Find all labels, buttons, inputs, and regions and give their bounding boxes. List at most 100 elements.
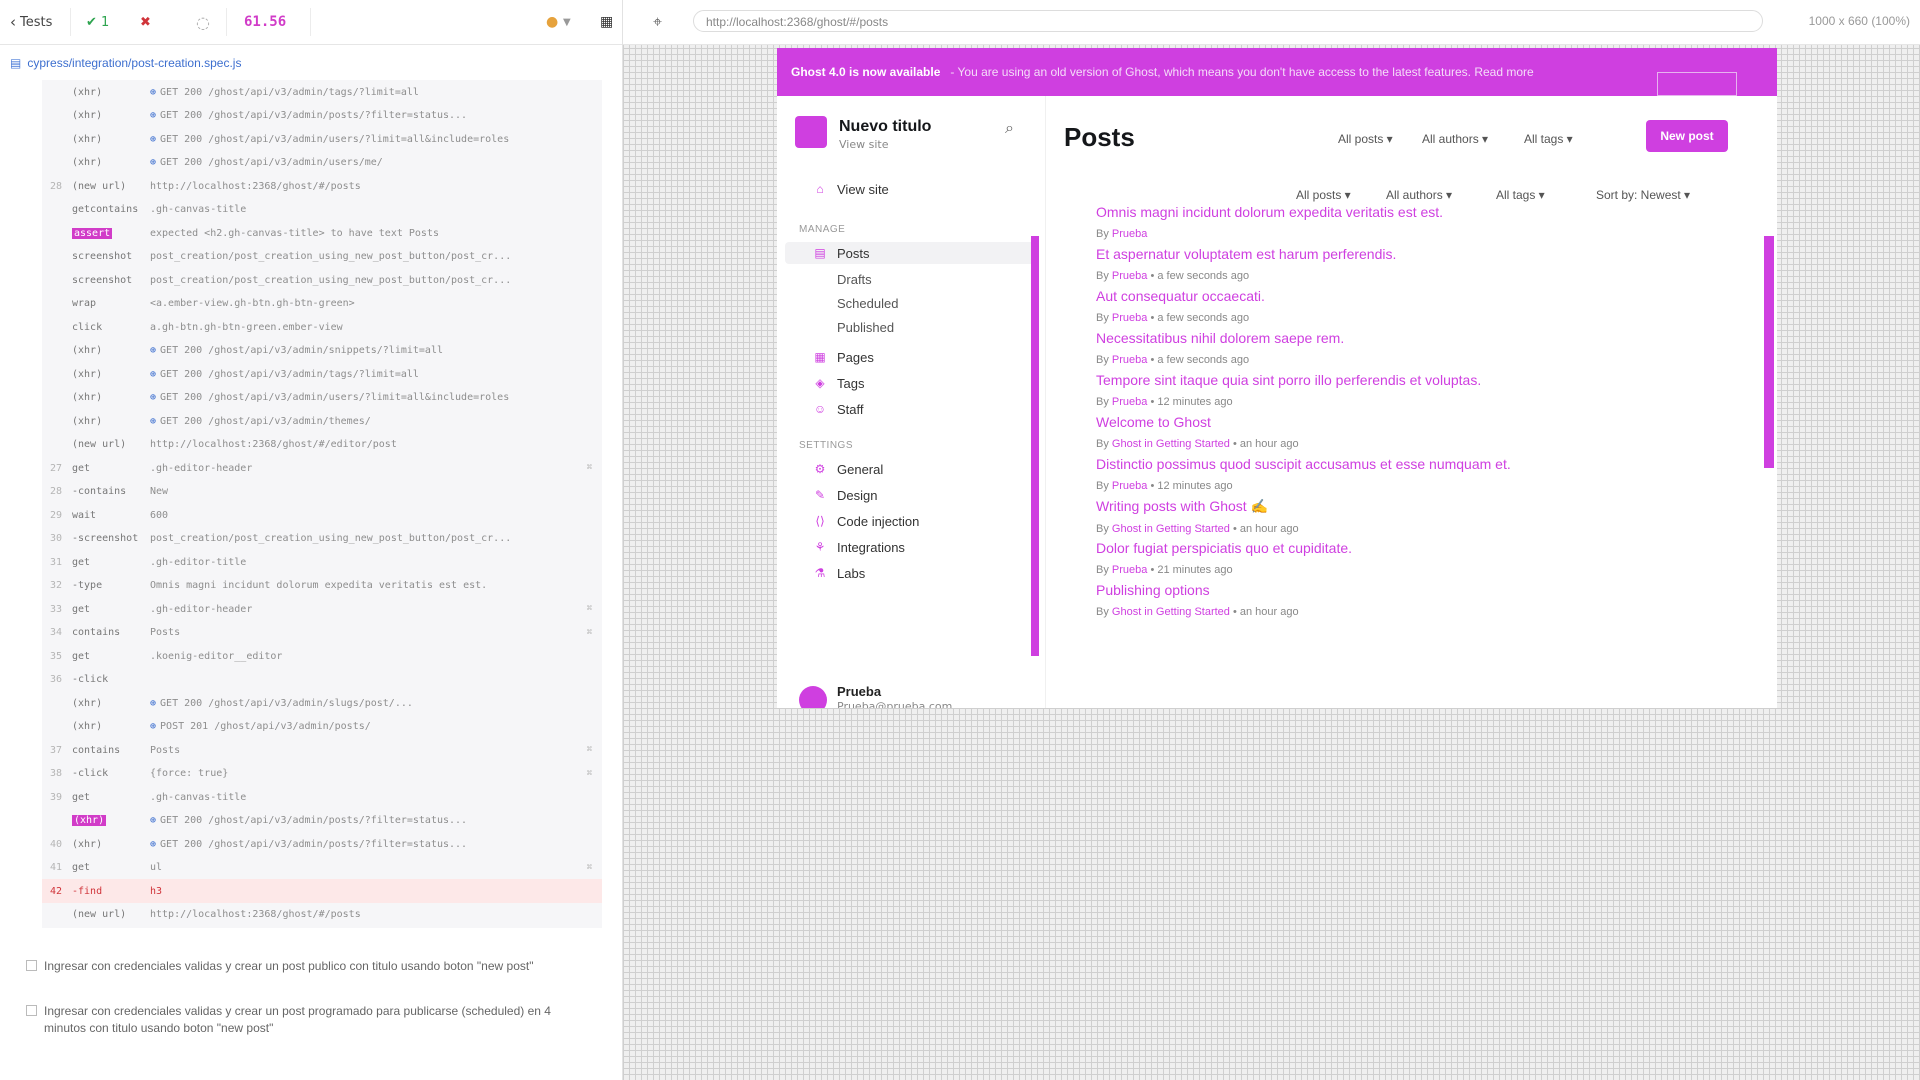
list-item[interactable]: Omnis magni incidunt dolorum expedita ve… — [1096, 204, 1736, 240]
command-row[interactable]: 31 get .gh-editor-title — [42, 550, 602, 574]
command-row[interactable]: 35 get .koenig-editor__editor — [42, 644, 602, 668]
nav-scheduled[interactable]: Scheduled — [837, 292, 898, 314]
nav-view-site[interactable]: ⌂ View site — [811, 178, 888, 200]
command-row[interactable]: 37 contains Posts ⌘ — [42, 738, 602, 762]
test-item[interactable]: Ingresar con credenciales validas y crea… — [26, 958, 586, 975]
list-item[interactable]: Welcome to Ghost By Ghost in Getting Star… — [1096, 414, 1736, 450]
pin-icon[interactable]: ⌘ — [587, 604, 592, 614]
command-row[interactable]: 28 -contains New — [42, 480, 602, 504]
pin-icon[interactable]: ⌘ — [587, 863, 592, 873]
command-row[interactable]: 38 -click {force: true} ⌘ — [42, 762, 602, 786]
post-title[interactable]: Omnis magni incidunt dolorum expedita ve… — [1096, 204, 1736, 220]
nav-pages[interactable]: ▦ Pages — [811, 346, 874, 368]
main-scrollbar[interactable] — [1764, 236, 1774, 468]
command-row[interactable]: 30 -screenshot post_creation/post_creation… — [42, 527, 602, 551]
post-title[interactable]: Writing posts with Ghost ✍ — [1096, 498, 1736, 515]
command-row[interactable]: (new url) http://localhost:2368/ghost/#/p… — [42, 903, 602, 927]
nav-code-injection[interactable]: ⟨⟩ Code injection — [811, 510, 919, 532]
user-name[interactable]: Prueba — [837, 684, 881, 699]
post-title[interactable]: Welcome to Ghost — [1096, 414, 1736, 430]
post-title[interactable]: Aut consequatur occaecati. — [1096, 288, 1736, 304]
command-row[interactable]: 39 get .gh-canvas-title — [42, 785, 602, 809]
selector-playground-icon[interactable]: ⌖ — [653, 12, 662, 32]
command-row[interactable]: (xhr) ⊕ GET 200 /ghost/api/v3/admin/users/… — [42, 386, 602, 410]
nav-staff[interactable]: ☺ Staff — [811, 398, 864, 420]
command-row[interactable]: 32 -type Omnis magni incidunt dolorum expe… — [42, 574, 602, 598]
list-item[interactable]: Distinctio possimus quod suscipit accusa… — [1096, 456, 1736, 492]
site-title[interactable]: Nuevo titulo — [839, 118, 931, 136]
nav-tags[interactable]: ◈ Tags — [811, 372, 864, 394]
command-row[interactable]: (xhr) ⊕ GET 200 /ghost/api/v3/admin/posts/… — [42, 809, 602, 833]
chevron-down-icon[interactable]: ▼ — [563, 0, 571, 44]
pin-icon[interactable]: ⌘ — [587, 769, 592, 779]
filter-authors[interactable]: All authors ▾ — [1422, 132, 1488, 146]
command-row[interactable]: 34 contains Posts ⌘ — [42, 621, 602, 645]
url-display[interactable]: http://localhost:2368/ghost/#/posts — [693, 10, 1763, 32]
command-row[interactable]: (xhr) ⊕ GET 200 /ghost/api/v3/admin/tags/?… — [42, 362, 602, 386]
command-row[interactable]: (xhr) ⊕ GET 200 /ghost/api/v3/admin/posts/… — [42, 104, 602, 128]
command-row[interactable]: (xhr) ⊕ GET 200 /ghost/api/v3/admin/slugs/… — [42, 691, 602, 715]
command-row[interactable]: (new url) http://localhost:2368/ghost/#/e… — [42, 433, 602, 457]
nav-general[interactable]: ⚙ General — [811, 458, 884, 480]
command-row[interactable]: assert expected <h2.gh-canvas-title> to h… — [42, 221, 602, 245]
command-row[interactable]: (xhr) ⊕ GET 200 /ghost/api/v3/admin/users/… — [42, 151, 602, 175]
post-title[interactable]: Distinctio possimus quod suscipit accusa… — [1096, 456, 1736, 472]
command-row[interactable]: (xhr) ⊕ POST 201 /ghost/api/v3/admin/posts… — [42, 715, 602, 739]
command-row[interactable]: 27 get .gh-editor-header ⌘ — [42, 456, 602, 480]
sidebar-scrollbar[interactable] — [1031, 236, 1039, 656]
command-row[interactable]: (xhr) ⊕ GET 200 /ghost/api/v3/admin/users/… — [42, 127, 602, 151]
post-title[interactable]: Necessitatibus nihil dolorem saepe rem. — [1096, 330, 1736, 346]
list-item[interactable]: Et aspernatur voluptatem est harum perfe… — [1096, 246, 1736, 282]
sort-order[interactable]: Sort by: Newest ▾ — [1596, 188, 1690, 202]
filter-authors-secondary[interactable]: All authors ▾ — [1386, 188, 1452, 202]
list-item[interactable]: Necessitatibus nihil dolorem saepe rem. B… — [1096, 330, 1736, 366]
command-row[interactable]: 42 -find h3 — [42, 879, 602, 903]
search-icon[interactable]: ⌕ — [1005, 118, 1014, 138]
nav-labs[interactable]: ⚗ Labs — [811, 562, 866, 584]
command-row[interactable]: 40 (xhr) ⊕ GET 200 /ghost/api/v3/admin/post… — [42, 832, 602, 856]
list-item[interactable]: Writing posts with Ghost ✍ By Ghost in Ge… — [1096, 498, 1736, 535]
nav-design[interactable]: ✎ Design — [811, 484, 878, 506]
command-row[interactable]: 41 get ul ⌘ — [42, 856, 602, 880]
site-logo[interactable] — [795, 116, 827, 148]
post-title[interactable]: Et aspernatur voluptatem est harum perfe… — [1096, 246, 1736, 262]
filter-type-secondary[interactable]: All posts ▾ — [1296, 188, 1351, 202]
list-item[interactable]: Dolor fugiat perspiciatis quo et cupidit… — [1096, 540, 1736, 576]
banner-note[interactable]: - You are using an old version of Ghost,… — [950, 65, 1533, 79]
post-title[interactable]: Tempore sint itaque quia sint porro illo… — [1096, 372, 1736, 388]
command-row[interactable]: (xhr) ⊕ GET 200 /ghost/api/v3/admin/snippe… — [42, 339, 602, 363]
site-view-link[interactable]: View site — [839, 138, 888, 151]
command-row[interactable]: 29 wait 600 — [42, 503, 602, 527]
pin-icon[interactable]: ⌘ — [587, 745, 592, 755]
command-row[interactable]: screenshot post_creation/post_creation_us… — [42, 245, 602, 269]
command-row[interactable]: (xhr) ⊕ GET 200 /ghost/api/v3/admin/themes… — [42, 409, 602, 433]
pin-icon[interactable]: ⌘ — [587, 463, 592, 473]
command-row[interactable]: wrap <a.ember-view.gh-btn.gh-btn-green> — [42, 292, 602, 316]
command-row[interactable]: getcontains .gh-canvas-title — [42, 198, 602, 222]
test-item[interactable]: Ingresar con credenciales validas y crea… — [26, 1003, 586, 1037]
list-item[interactable]: Publishing options By Ghost in Getting St… — [1096, 582, 1736, 618]
avatar[interactable] — [799, 686, 827, 708]
command-row[interactable]: 28 (new url) http://localhost:2368/ghost/#… — [42, 174, 602, 198]
filter-type[interactable]: All posts ▾ — [1338, 132, 1393, 146]
list-item[interactable]: Aut consequatur occaecati. By Prueba • a … — [1096, 288, 1736, 324]
nav-published[interactable]: Published — [837, 316, 894, 338]
command-row[interactable]: click a.gh-btn.gh-btn-green.ember-view — [42, 315, 602, 339]
nav-drafts[interactable]: Drafts — [837, 268, 872, 290]
nav-posts[interactable]: ▤ Posts — [785, 242, 1035, 264]
pin-icon[interactable]: ⌘ — [587, 628, 592, 638]
warning-dot-icon[interactable]: ● — [546, 0, 558, 44]
post-title[interactable]: Publishing options — [1096, 582, 1736, 598]
new-post-button[interactable]: New post — [1646, 120, 1728, 152]
spec-path[interactable]: cypress/integration/post-creation.spec.j… — [27, 56, 241, 70]
layout-toggle-icon[interactable]: ▦ — [600, 0, 613, 44]
nav-integrations[interactable]: ⚘ Integrations — [811, 536, 905, 558]
post-title[interactable]: Dolor fugiat perspiciatis quo et cupidit… — [1096, 540, 1736, 556]
command-row[interactable]: screenshot post_creation/post_creation_us… — [42, 268, 602, 292]
list-item[interactable]: Tempore sint itaque quia sint porro illo… — [1096, 372, 1736, 408]
banner-close-button[interactable] — [1657, 72, 1737, 96]
command-row[interactable]: (xhr) ⊕ GET 200 /ghost/api/v3/admin/tags/?… — [42, 80, 602, 104]
filter-tags-secondary[interactable]: All tags ▾ — [1496, 188, 1545, 202]
command-row[interactable]: 33 get .gh-editor-header ⌘ — [42, 597, 602, 621]
command-row[interactable]: 36 -click — [42, 668, 602, 692]
